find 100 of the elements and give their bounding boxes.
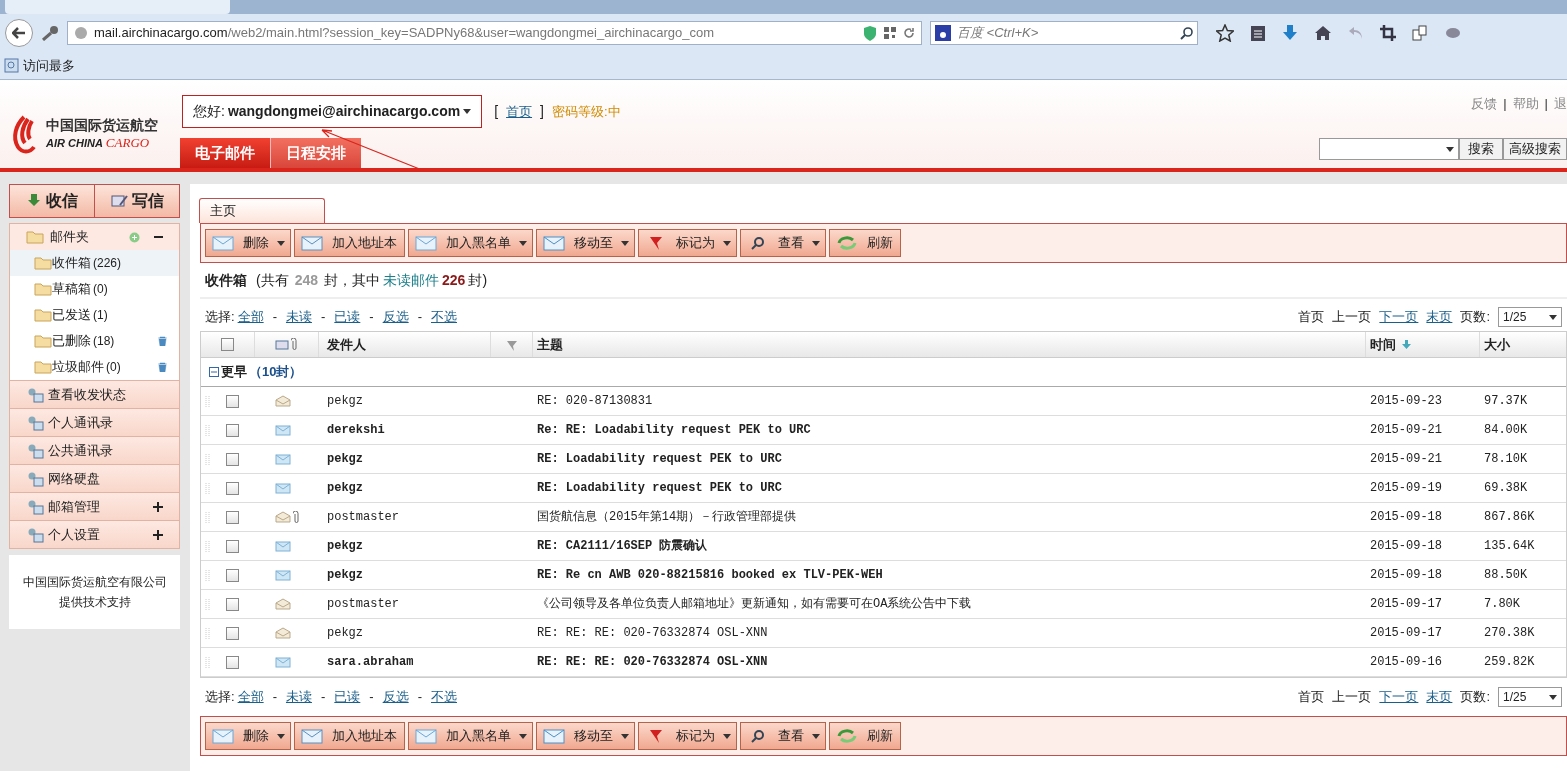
toolbar-button[interactable]: 标记为 [638,229,737,257]
drag-handle-icon[interactable] [205,539,210,553]
reload-icon[interactable] [903,27,915,39]
folders-header[interactable]: 邮件夹 [10,224,179,250]
expand-icon[interactable] [153,529,163,540]
select-link[interactable]: 未读 [285,307,312,327]
page-select[interactable]: 1/25 [1498,687,1562,707]
checkbox[interactable] [226,423,239,437]
sidebar-section[interactable]: 个人设置 [9,521,180,549]
add-icon[interactable] [129,231,140,243]
email-row[interactable]: postmaster 《公司领导及各单位负责人邮箱地址》更新通知，如有需要可在OA系统公告中下载 2015-09-17 7.80K [201,590,1566,619]
email-row[interactable]: pekgz RE: 020-87130831 2015-09-23 97.37K [201,387,1566,416]
drag-handle-icon[interactable] [205,597,210,611]
drag-handle-icon[interactable] [205,655,210,669]
column-header[interactable]: 时间 [1366,332,1480,357]
top-link[interactable]: 退 [1554,94,1567,114]
checkbox[interactable] [226,452,239,466]
folder-item[interactable]: 收件箱(226) [10,250,179,276]
checkbox[interactable] [226,626,239,640]
select-link[interactable]: 全部 [237,687,264,707]
drag-handle-icon[interactable] [205,568,210,582]
checkbox[interactable] [226,481,239,495]
toolbar-button[interactable]: 移动至 [536,722,635,750]
drag-handle-icon[interactable] [205,626,210,640]
home-tab[interactable]: 主页 [199,198,325,223]
checkbox[interactable] [226,510,239,524]
undo-icon[interactable] [1348,26,1364,40]
checkbox[interactable] [226,539,239,553]
next-page-link[interactable]: 下一页 [1379,687,1419,707]
trash-icon[interactable] [158,336,167,346]
nav-tab[interactable]: 日程安排 [271,138,361,168]
select-link[interactable]: 已读 [334,687,361,707]
sidebar-section[interactable]: 个人通讯录 [9,409,180,437]
next-page-link[interactable]: 下一页 [1379,307,1419,327]
top-link[interactable]: 反馈 [1471,94,1498,114]
crop-icon[interactable] [1380,25,1396,41]
toolbar-button[interactable]: 刷新 [829,722,901,750]
email-row[interactable]: pekgz RE: Loadability request PEK to URC 2015-09-21 78.10K [201,445,1566,474]
collapse-icon[interactable] [154,235,163,239]
email-row[interactable]: pekgz RE: RE: RE: 020-76332874 OSL-XNN 2015-09-17 270.38K [201,619,1566,648]
checkbox[interactable] [226,394,239,408]
email-row[interactable]: pekgz RE: CA2111/16SEP 防震确认 2015-09-18 135.64K [201,532,1566,561]
column-header[interactable]: 发件人 [319,332,491,357]
sidebar-section[interactable]: 邮箱管理 [9,493,180,521]
email-row[interactable]: pekgz RE: Loadability request PEK to URC 2015-09-19 69.38K [201,474,1566,503]
pages-icon[interactable] [1412,25,1428,41]
select-link[interactable]: 反选 [382,687,409,707]
last-page-link[interactable]: 末页 [1426,307,1453,327]
checkbox[interactable] [221,338,234,351]
select-link[interactable]: 已读 [334,307,361,327]
checkbox[interactable] [226,597,239,611]
expand-icon[interactable] [153,501,163,512]
back-button[interactable] [5,19,33,47]
trash-icon[interactable] [158,362,167,372]
email-row[interactable]: derekshi Re: RE: Loadability request PEK to URC 2015-09-21 84.00K [201,416,1566,445]
toolbar-button[interactable]: 加入黑名单 [408,722,533,750]
drag-handle-icon[interactable] [205,452,210,466]
toolbar-button[interactable]: 删除 [205,229,291,257]
select-link[interactable]: 不选 [431,307,457,327]
select-link[interactable]: 反选 [382,307,409,327]
toolbar-button[interactable]: 删除 [205,722,291,750]
flag-icon[interactable] [505,338,518,351]
toolbar-button[interactable]: 加入地址本 [294,722,405,750]
sidebar-section[interactable]: 查看收发状态 [9,381,180,409]
search-field[interactable]: 百度 <Ctrl+K> [930,21,1198,45]
toolbar-button[interactable]: 刷新 [829,229,901,257]
download-icon[interactable] [1282,24,1298,42]
column-header[interactable]: 主题 [533,332,1366,357]
search-button[interactable]: 搜索 [1459,138,1503,160]
email-row[interactable]: postmaster 国货航信息（2015年第14期）－行政管理部提供 2015-09-18 867.86K [201,503,1566,532]
top-link[interactable]: 帮助 [1512,94,1539,114]
unread-link[interactable]: 未读邮件 [383,269,440,291]
group-header[interactable]: 更早（10封） [201,358,1566,387]
page-select[interactable]: 1/25 [1498,307,1562,327]
search-select[interactable] [1319,138,1459,160]
clipboard-icon[interactable] [1250,24,1266,42]
email-row[interactable]: sara.abraham RE: RE: RE: 020-76332874 OSL-XNN 2015-09-16 259.82K [201,648,1566,677]
drag-handle-icon[interactable] [205,481,210,495]
email-row[interactable]: pekgz RE: Re cn AWB 020-88215816 booked ex TLV-PEK-WEH 2015-09-18 88.50K [201,561,1566,590]
toolbar-button[interactable]: 标记为 [638,722,737,750]
sidebar-section[interactable]: 公共通讯录 [9,437,180,465]
toolbar-button[interactable]: 加入地址本 [294,229,405,257]
toolbar-button[interactable]: 加入黑名单 [408,229,533,257]
home-icon[interactable] [1314,25,1332,41]
last-page-link[interactable]: 末页 [1426,687,1453,707]
toolbar-button[interactable]: 查看 [740,722,826,750]
user-menu[interactable]: 您好: wangdongmei@airchinacargo.com [182,95,483,128]
select-link[interactable]: 全部 [237,307,264,327]
column-header[interactable]: 大小 [1480,332,1566,357]
bookmark-link[interactable]: 访问最多 [23,55,75,76]
home-link[interactable]: 首页 [506,101,533,122]
address-bar[interactable]: mail.airchinacargo.com/web2/main.html?session_key=SADPNy68&user=wangdongmei_airchinacargo_com [67,21,922,45]
checkbox[interactable] [226,655,239,669]
drag-handle-icon[interactable] [205,423,210,437]
advanced-search-button[interactable]: 高级搜索 [1503,138,1567,160]
receive-button[interactable]: 收信 [10,185,95,217]
toolbar-button[interactable]: 查看 [740,229,826,257]
select-link[interactable]: 不选 [431,687,457,707]
compose-button[interactable]: 写信 [95,185,179,217]
toolbar-button[interactable]: 移动至 [536,229,635,257]
